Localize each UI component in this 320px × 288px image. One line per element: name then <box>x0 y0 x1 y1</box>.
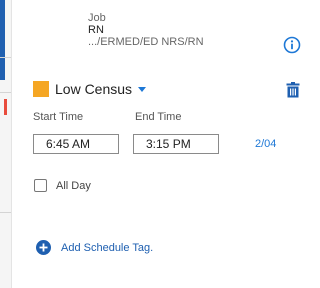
plus-circle-icon <box>36 240 51 255</box>
caret-down-icon <box>138 86 147 92</box>
census-type-dropdown[interactable]: Low Census <box>33 80 147 98</box>
divider <box>0 57 11 58</box>
add-schedule-tag-button[interactable]: Add Schedule Tag. <box>36 240 153 255</box>
all-day-label: All Day <box>56 179 91 192</box>
add-schedule-tag-label: Add Schedule Tag. <box>61 241 154 254</box>
start-time-label: Start Time <box>33 111 84 123</box>
job-info: Job RN .../ERMED/ED NRS/RN <box>88 12 204 48</box>
selected-shift-indicator <box>0 0 5 80</box>
divider <box>0 212 11 213</box>
end-time-input[interactable] <box>133 134 219 154</box>
status-marker <box>4 99 7 115</box>
left-panel-edge <box>0 0 12 288</box>
end-date-link[interactable]: 2/04 <box>255 138 276 150</box>
job-title: RN <box>88 24 104 36</box>
census-color-swatch <box>33 81 49 97</box>
all-day-checkbox[interactable] <box>34 179 47 192</box>
all-day-toggle[interactable]: All Day <box>34 179 91 192</box>
census-type-label: Low Census <box>55 81 133 97</box>
end-time-label: End Time <box>135 111 182 123</box>
start-time-input[interactable] <box>33 134 119 154</box>
job-label: Job <box>88 12 106 24</box>
info-circle-icon[interactable] <box>283 36 301 54</box>
job-path: .../ERMED/ED NRS/RN <box>88 36 204 48</box>
trash-icon[interactable] <box>286 82 300 98</box>
divider <box>0 92 11 93</box>
